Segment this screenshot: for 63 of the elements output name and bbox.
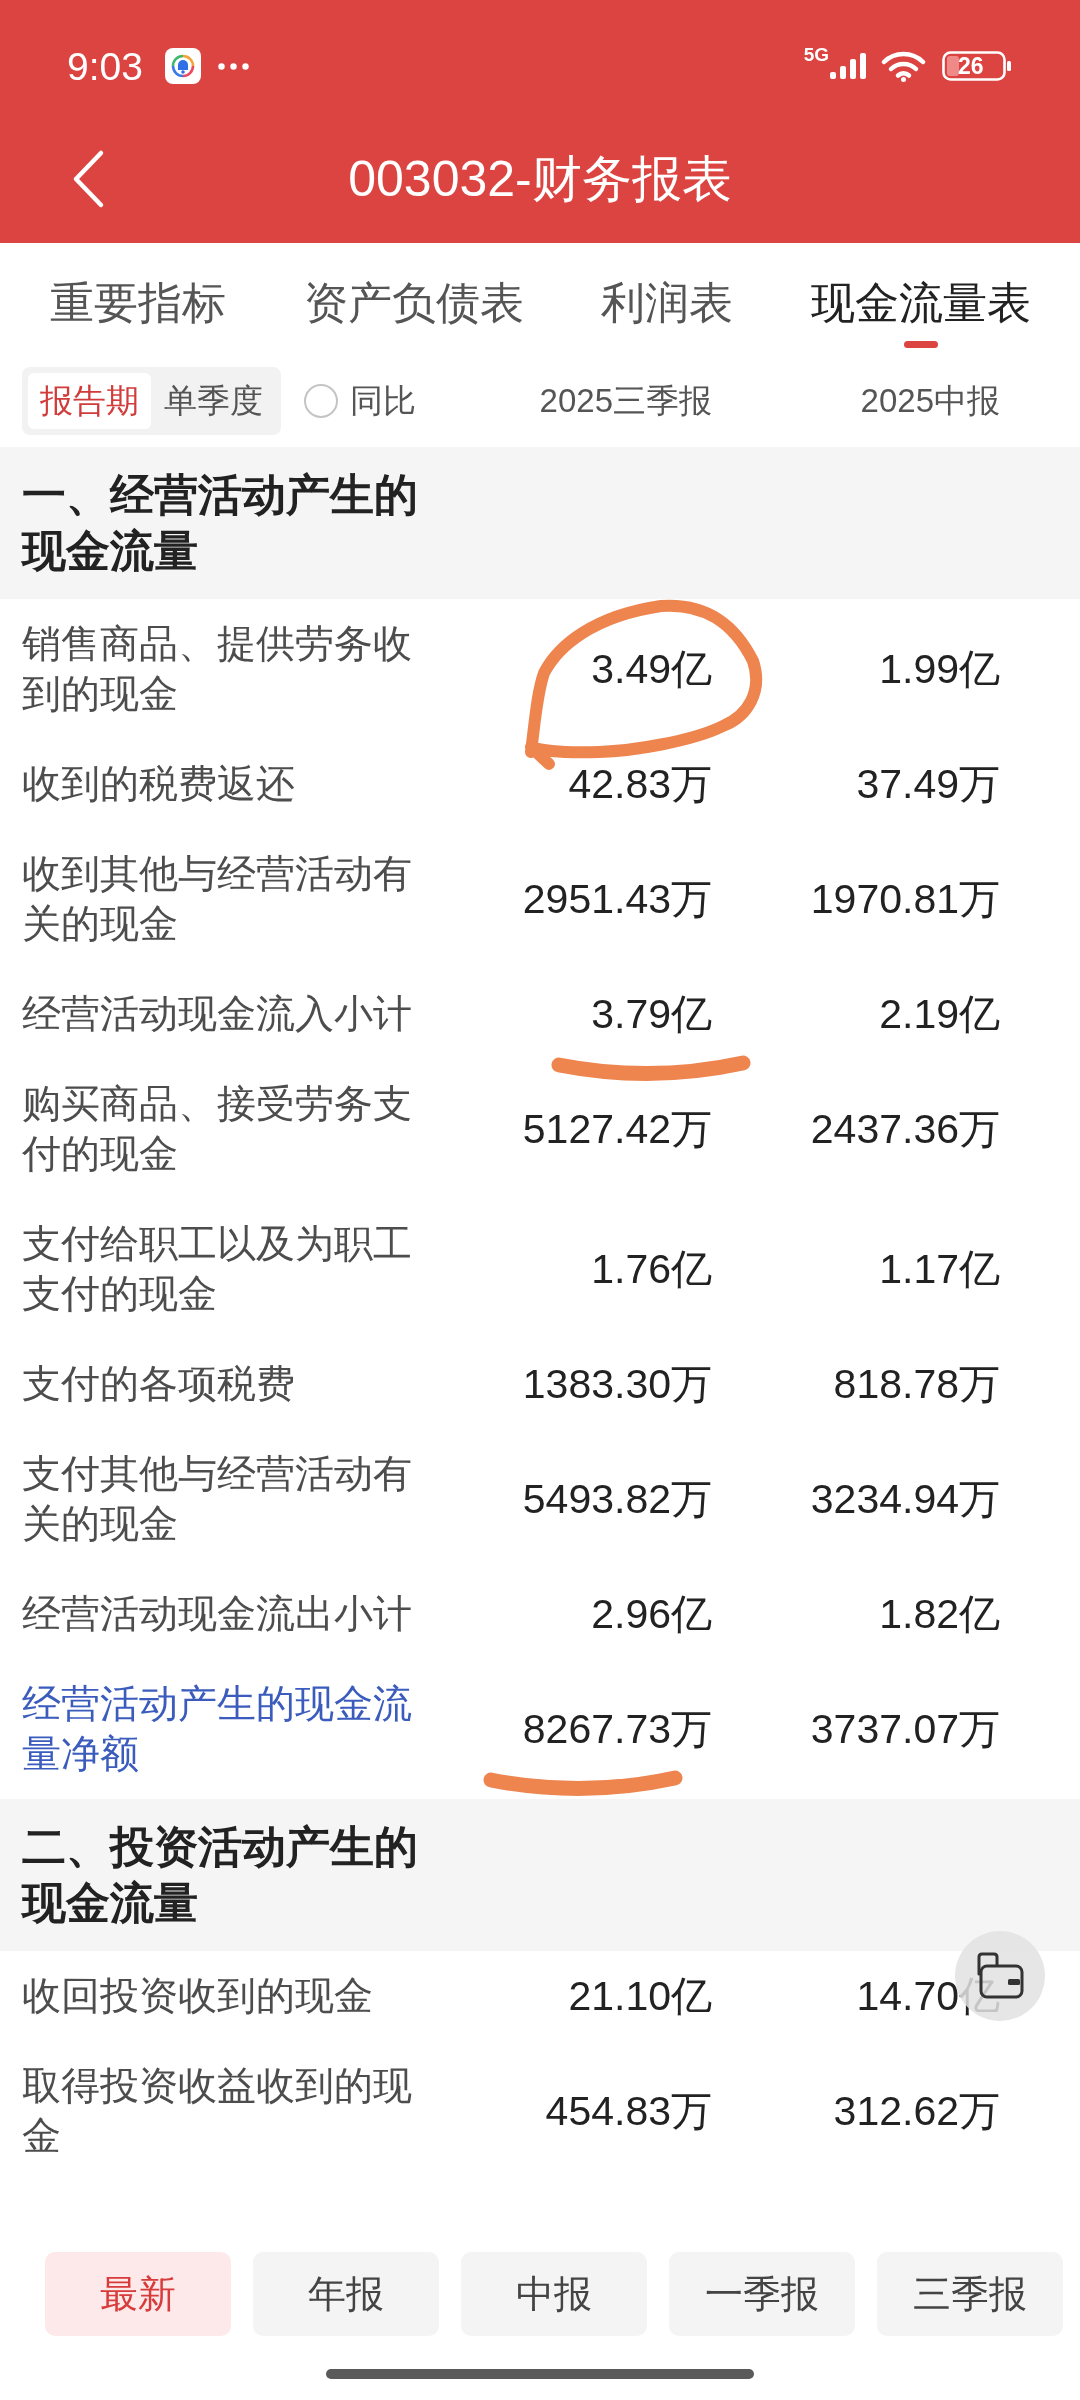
more-icon	[217, 62, 249, 70]
item-label: 经营活动现金流入小计	[22, 991, 413, 1037]
amount-text: 1.82亿	[879, 1590, 1000, 1639]
amount-text: 2.96亿	[591, 1590, 712, 1639]
battery-icon	[942, 51, 1012, 81]
item-label: 支付的各项税费	[22, 1361, 296, 1407]
tab-indicator	[903, 341, 938, 348]
battery-level: 26	[958, 54, 984, 78]
report-type-button[interactable]: 中报	[461, 2252, 647, 2336]
section-header: 一、经营活动产生的现金流量	[0, 447, 1080, 599]
tab[interactable]: 利润表	[601, 243, 734, 333]
report-type-button[interactable]: 一季报	[669, 2252, 855, 2336]
item-label: 取得投资收益收到的现金	[22, 2063, 413, 2159]
report-type-button[interactable]: 最新	[45, 2252, 231, 2336]
amount-text: 2951.43万	[522, 875, 712, 924]
amount-text: 3737.07万	[810, 1705, 1000, 1754]
item-label: 收回投资收到的现金	[22, 1973, 374, 2019]
status-time: 9:03	[67, 46, 143, 86]
section-header: 二、投资活动产生的现金流量	[0, 1799, 1080, 1951]
page-title: 003032-财务报表	[348, 149, 732, 209]
report-type-button[interactable]: 年报	[253, 2252, 439, 2336]
item-label[interactable]: 经营活动产生的现金流量净额	[22, 1679, 422, 1779]
tab[interactable]: 现金流量表	[810, 243, 1031, 348]
item-label: 收到其他与经营活动有关的现金	[22, 851, 413, 947]
period-mode-option[interactable]: 单季度	[152, 373, 275, 429]
wifi-icon	[881, 50, 926, 82]
amount-text: 8267.73万	[522, 1705, 712, 1754]
network-label: 5G	[803, 44, 829, 64]
amount-text: 14.70亿	[856, 1972, 1000, 2021]
report-type-button[interactable]: 三季报	[877, 2252, 1063, 2336]
amount-text: 37.49万	[856, 760, 1000, 809]
tab[interactable]: 重要指标	[50, 243, 226, 333]
amount-text: 1970.81万	[810, 875, 1000, 924]
yoy-radio[interactable]: 同比	[304, 378, 416, 424]
amount-text: 818.78万	[833, 1360, 1000, 1409]
radio-icon[interactable]	[304, 384, 338, 418]
bell-icon	[164, 48, 201, 84]
amount-text: 1.17亿	[879, 1245, 1000, 1294]
amount-text: 2437.36万	[810, 1105, 1000, 1154]
item-label: 收到的税费返还	[22, 761, 296, 807]
signal-icon	[830, 53, 868, 79]
period-label: 2025中报	[860, 380, 1000, 421]
period-label: 2025三季报	[539, 380, 712, 421]
amount-text: 1.76亿	[591, 1245, 712, 1294]
item-label: 支付其他与经营活动有关的现金	[22, 1451, 413, 1547]
item-label: 支付给职工以及为职工支付的现金	[22, 1221, 413, 1317]
tab[interactable]: 资产负债表	[303, 243, 524, 333]
item-label: 购买商品、接受劳务支付的现金	[22, 1081, 413, 1177]
amount-text: 2.19亿	[879, 990, 1000, 1039]
item-label: 销售商品、提供劳务收到的现金	[22, 621, 413, 717]
amount-text: 3.79亿	[591, 990, 712, 1039]
item-label: 经营活动现金流出小计	[22, 1591, 413, 1637]
amount-text: 1.99亿	[879, 645, 1000, 694]
amount-text: 42.83万	[568, 760, 712, 809]
amount-text: 21.10亿	[568, 1972, 712, 2021]
amount-text: 5127.42万	[522, 1105, 712, 1154]
amount-text: 312.62万	[833, 2087, 1000, 2136]
period-mode-option[interactable]: 报告期	[28, 373, 151, 429]
amount-text: 3.49亿	[591, 645, 712, 694]
amount-text: 1383.30万	[522, 1360, 712, 1409]
amount-text: 454.83万	[545, 2087, 712, 2136]
amount-text: 3234.94万	[810, 1475, 1000, 1524]
amount-text: 5493.82万	[522, 1475, 712, 1524]
